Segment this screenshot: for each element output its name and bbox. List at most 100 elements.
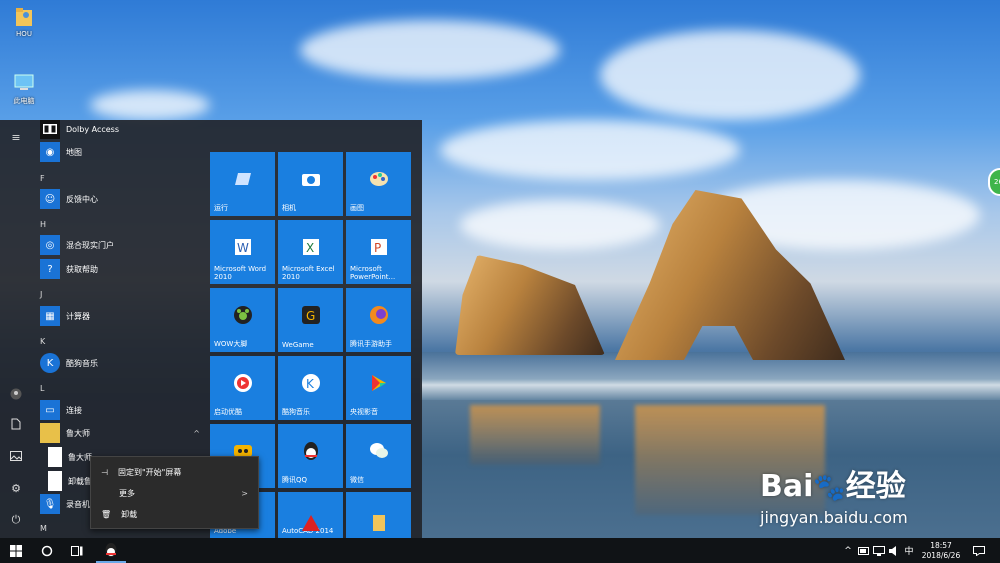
cloud — [300, 20, 560, 80]
context-item-label: 卸载 — [121, 509, 138, 519]
ime-indicator[interactable]: 中 — [903, 538, 915, 563]
context-item-pin-to-start[interactable]: ⊣ 固定到"开始"屏幕 — [91, 462, 258, 482]
tile-word[interactable]: W Microsoft Word 2010 — [210, 220, 275, 284]
svg-text:P: P — [374, 241, 381, 255]
file-icon — [48, 471, 62, 491]
tile-label: 腾讯手游助手 — [350, 340, 392, 348]
app-item-get-help[interactable]: ? 获取帮助 — [40, 258, 98, 280]
youku-icon — [232, 372, 254, 394]
tile-run[interactable]: 运行 — [210, 152, 275, 216]
feedback-icon: ☺ — [40, 189, 60, 209]
section-letter[interactable]: H — [40, 220, 46, 229]
kugou-icon: K — [300, 372, 322, 394]
user-icon[interactable] — [8, 388, 24, 404]
context-item-more[interactable]: 更多 > — [91, 483, 258, 503]
paint-icon — [368, 168, 390, 190]
baidu-watermark: Bai🐾经验 jingyan.baidu.com — [760, 455, 950, 540]
svg-text:X: X — [306, 241, 314, 255]
tile-cctv[interactable]: 央视影音 — [346, 356, 411, 420]
app-folder-ludashi[interactable]: 鲁大师 ^ — [40, 422, 200, 444]
section-letter[interactable]: F — [40, 174, 45, 183]
floating-badge[interactable]: 26 — [988, 168, 1000, 196]
autocad-icon — [300, 512, 322, 534]
pictures-icon[interactable] — [8, 450, 24, 466]
tile-kugou[interactable]: K 酷狗音乐 — [278, 356, 343, 420]
tile-label: 央视影音 — [350, 408, 378, 416]
tile-label: 酷狗音乐 — [282, 408, 310, 416]
start-rail: ≡ ⚙ ⏻ — [0, 120, 32, 538]
folder-icon — [368, 512, 390, 534]
map-icon: ◉ — [40, 142, 60, 162]
tile-tencent-game[interactable]: 腾讯手游助手 — [346, 288, 411, 352]
search-icon[interactable] — [34, 538, 60, 563]
settings-icon[interactable]: ⚙ — [8, 481, 24, 497]
document-icon[interactable] — [8, 418, 24, 434]
app-item-kugou[interactable]: K 酷狗音乐 — [40, 352, 98, 374]
app-item-ludashi[interactable]: 鲁大师 — [48, 446, 92, 468]
qq-taskbar-icon[interactable] — [96, 538, 126, 563]
tile-autocad[interactable]: AutoCAD 2014 — [278, 492, 343, 538]
app-item-connect[interactable]: ▭ 连接 — [40, 399, 82, 421]
watermark-url: jingyan.baidu.com — [760, 508, 908, 527]
app-item-calculator[interactable]: ▦ 计算器 — [40, 305, 90, 327]
tile-wechat[interactable]: 微信 — [346, 424, 411, 488]
tile-label: 启动优酷 — [214, 408, 242, 416]
hamburger-icon[interactable]: ≡ — [8, 130, 24, 146]
battery-icon[interactable] — [858, 538, 870, 563]
excel-icon: X — [300, 236, 322, 258]
tile-paint[interactable]: 画图 — [346, 152, 411, 216]
app-item-mixed-reality[interactable]: ◎ 混合现实门户 — [40, 234, 114, 256]
cloud — [600, 30, 860, 120]
desktop-icon-this-pc[interactable]: 此电脑 — [4, 72, 44, 106]
section-letter[interactable]: J — [40, 290, 42, 299]
floating-badge-value: 26 — [994, 178, 1000, 186]
task-view-icon[interactable] — [64, 538, 90, 563]
tile-wegame[interactable]: G WeGame — [278, 288, 343, 352]
tile-camera[interactable]: 相机 — [278, 152, 343, 216]
wegame-icon: G — [300, 304, 322, 326]
svg-text:W: W — [237, 241, 249, 255]
app-label: 获取帮助 — [66, 264, 98, 274]
tile-label: Microsoft PowerPoint... — [350, 265, 396, 281]
tile-qq[interactable]: 腾讯QQ — [278, 424, 343, 488]
notification-icon[interactable] — [970, 538, 988, 563]
wechat-icon — [368, 440, 390, 462]
tile-folder[interactable] — [346, 492, 411, 538]
app-item-feedback[interactable]: ☺ 反馈中心 — [40, 188, 98, 210]
chevron-up-icon[interactable]: ^ — [842, 538, 854, 563]
app-item-uninstall-ludashi[interactable]: 卸载鲁 — [48, 470, 92, 492]
tile-label: WeGame — [282, 341, 314, 349]
user-folder-icon — [14, 6, 34, 28]
desktop-icon-user-folder[interactable]: HOU — [4, 6, 44, 38]
windows-start-icon[interactable] — [0, 538, 32, 563]
mic-icon: 🎙 — [40, 494, 60, 514]
watermark-brand-row: Bai🐾经验 — [760, 467, 950, 508]
context-item-uninstall[interactable]: 🗑 卸载 — [91, 504, 258, 524]
tile-wow[interactable]: WOW大脚 — [210, 288, 275, 352]
app-label: 鲁大师 — [68, 452, 92, 462]
desktop-icon-label: HOU — [16, 30, 32, 38]
app-label: 连接 — [66, 405, 82, 415]
app-item-map[interactable]: ◉ 地图 — [40, 141, 82, 163]
clock-date: 2018/6/26 — [921, 550, 961, 560]
app-item-recorder[interactable]: 🎙 录音机 — [40, 493, 90, 515]
this-pc-icon — [14, 72, 34, 94]
power-icon[interactable]: ⏻ — [8, 512, 24, 528]
clock[interactable]: 18:57 2018/6/26 — [918, 538, 964, 563]
cloud — [440, 120, 740, 180]
app-label: 录音机 — [66, 499, 90, 509]
watermark-brand2: 经验 — [845, 469, 906, 504]
volume-icon[interactable] — [888, 538, 900, 563]
app-item-dolby[interactable]: Dolby Access — [40, 120, 119, 140]
network-icon[interactable] — [873, 538, 885, 563]
tencent-game-icon — [368, 304, 390, 326]
section-letter[interactable]: M — [40, 524, 47, 533]
section-letter[interactable]: L — [40, 384, 44, 393]
tile-powerpoint[interactable]: P Microsoft PowerPoint... — [346, 220, 411, 284]
tile-youku[interactable]: 启动优酷 — [210, 356, 275, 420]
app-label: 卸载鲁 — [68, 476, 92, 486]
section-letter[interactable]: K — [40, 337, 45, 346]
watermark-brand: Bai — [760, 469, 814, 504]
tile-excel[interactable]: X Microsoft Excel 2010 — [278, 220, 343, 284]
chevron-right-icon: > — [241, 488, 248, 498]
